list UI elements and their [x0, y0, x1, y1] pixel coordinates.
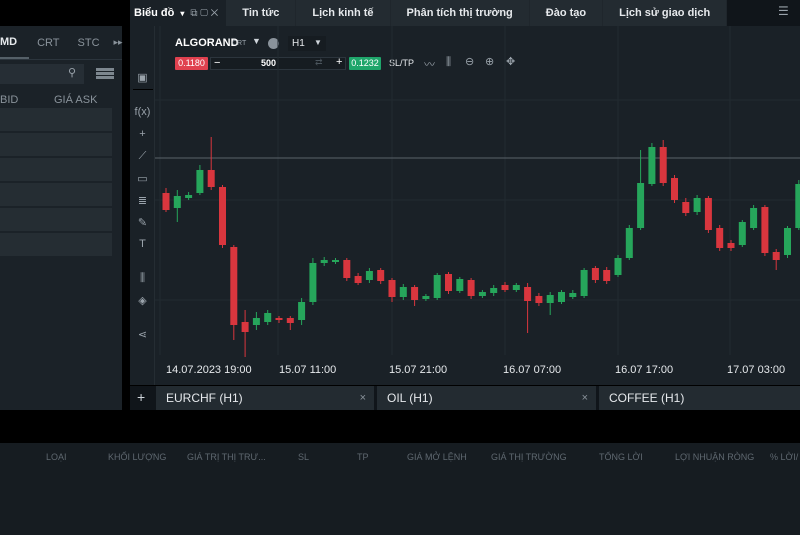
chart-tab-eurchf[interactable]: EURCHF (H1) × — [156, 386, 374, 410]
candle-body — [354, 276, 362, 283]
x-tick: 16.07 17:00 — [615, 364, 674, 376]
candle-body — [795, 184, 800, 228]
candle-body — [343, 260, 351, 278]
chart-tab-oil[interactable]: OIL (H1) × — [377, 386, 596, 410]
candle-body — [185, 195, 193, 198]
close-icon[interactable]: × — [582, 386, 588, 410]
candle-body — [456, 279, 464, 291]
candle-body — [219, 187, 226, 245]
candle-body — [524, 287, 532, 301]
column-header[interactable]: TP — [357, 452, 369, 462]
candle-body — [535, 296, 543, 303]
candle-body — [467, 280, 475, 296]
candle-body — [637, 183, 645, 228]
candle-body — [411, 287, 419, 300]
candle-body — [648, 147, 656, 184]
close-icon[interactable]: × — [360, 386, 366, 410]
candlestick-chart[interactable] — [0, 0, 800, 385]
candle-body — [490, 288, 498, 293]
candle-body — [603, 270, 611, 281]
candle-body — [750, 208, 758, 228]
candle-body — [682, 202, 690, 213]
candle-body — [704, 198, 712, 230]
candle-body — [399, 287, 407, 297]
column-header[interactable]: KHỐI LƯỢNG — [108, 452, 166, 462]
candle-body — [501, 285, 509, 290]
candle-body — [309, 263, 317, 302]
column-header[interactable]: GIÁ THỊ TRƯỜNG — [491, 452, 567, 462]
candle-body — [332, 260, 339, 262]
column-header[interactable]: GIÁ MỞ LỆNH — [407, 452, 467, 462]
column-header[interactable]: % LỜI/ — [770, 452, 798, 462]
candle-body — [377, 270, 385, 281]
candle-body — [693, 198, 701, 212]
candle-body — [275, 318, 283, 320]
candle-body — [422, 296, 430, 299]
candle-body — [207, 170, 215, 187]
candle-body — [659, 147, 667, 183]
candle-body — [230, 247, 238, 325]
candle-body — [727, 243, 735, 248]
positions-table: LOẠI KHỐI LƯỢNG GIÁ TRỊ THỊ TRƯ... SL TP… — [0, 443, 800, 535]
x-tick: 14.07.2023 19:00 — [166, 364, 252, 376]
candle-body — [512, 285, 520, 290]
tab-label: OIL (H1) — [387, 391, 433, 405]
candle-body — [286, 318, 294, 323]
tab-label: EURCHF (H1) — [166, 391, 243, 405]
candle-body — [478, 292, 486, 296]
x-tick: 15.07 21:00 — [389, 364, 448, 376]
candle-body — [772, 252, 780, 260]
candle-body — [591, 268, 599, 280]
candle-body — [445, 274, 452, 291]
column-header[interactable]: LOẠI — [46, 452, 67, 462]
candle-body — [738, 222, 746, 245]
column-header[interactable]: TỔNG LỜI — [599, 452, 643, 462]
candle-body — [546, 295, 554, 303]
candle-body — [716, 228, 724, 248]
candle-body — [173, 196, 181, 208]
candle-body — [264, 313, 272, 322]
column-header[interactable]: LỢI NHUẬN RÒNG — [675, 452, 754, 462]
candle-body — [162, 193, 170, 210]
column-header[interactable]: SL — [298, 452, 309, 462]
candle-body — [433, 275, 441, 298]
candle-body — [784, 228, 791, 255]
candle-body — [320, 260, 328, 263]
candle-body — [580, 270, 588, 296]
candle-body — [569, 293, 577, 297]
tab-label: COFFEE (H1) — [609, 391, 685, 405]
add-chart-button[interactable]: + — [137, 389, 145, 405]
x-tick: 15.07 11:00 — [279, 364, 337, 376]
candle-body — [761, 207, 769, 253]
column-header[interactable]: GIÁ TRỊ THỊ TRƯ... — [187, 452, 266, 462]
candle-body — [252, 318, 260, 325]
candle-body — [388, 280, 396, 297]
candle-body — [625, 228, 633, 258]
candle-body — [558, 292, 565, 302]
candle-body — [614, 258, 622, 275]
candle-body — [671, 178, 678, 200]
candle-body — [241, 322, 249, 332]
x-tick: 16.07 07:00 — [503, 364, 562, 376]
candle-body — [196, 170, 204, 193]
chart-tab-coffee[interactable]: COFFEE (H1) — [599, 386, 800, 410]
candle-body — [365, 271, 373, 280]
chart-tabs-bar: + EURCHF (H1) × OIL (H1) × COFFEE (H1) — [130, 386, 800, 410]
x-tick: 17.07 03:00 — [727, 364, 786, 376]
candle-body — [298, 302, 306, 320]
